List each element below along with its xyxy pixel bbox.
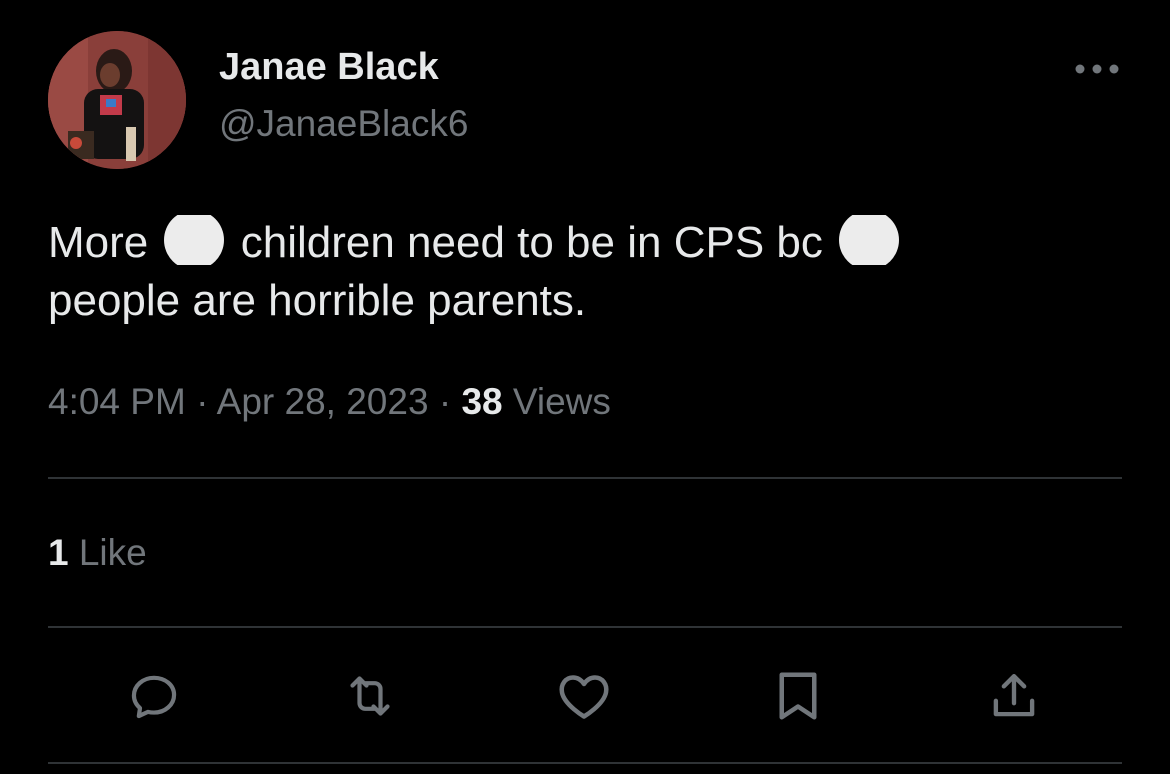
- like-button[interactable]: [552, 664, 616, 728]
- tweet-text-part: children need to be in CPS bc: [240, 218, 823, 267]
- likes-count: 1: [48, 532, 69, 573]
- tweet-text-part: people are horrible parents.: [48, 276, 587, 325]
- meta-separator: ·: [196, 381, 209, 422]
- share-button[interactable]: [982, 664, 1046, 728]
- divider: [48, 626, 1122, 628]
- reply-button[interactable]: [122, 664, 186, 728]
- retweet-icon: [350, 676, 390, 716]
- share-icon: [993, 674, 1035, 717]
- tweet-text: More children need to be in CPS bc peopl…: [48, 210, 1118, 330]
- tweet-meta: 4:04 PM · Apr 28, 2023 · 38 Views: [48, 378, 611, 426]
- tweet-date[interactable]: Apr 28, 2023: [217, 381, 429, 422]
- author-display-name[interactable]: Janae Black: [219, 44, 439, 90]
- white-circle-emoji: [839, 210, 900, 270]
- more-options-button[interactable]: [1072, 52, 1122, 86]
- more-icon: [1075, 64, 1119, 74]
- author-handle[interactable]: @JanaeBlack6: [219, 102, 468, 146]
- bookmark-button[interactable]: [766, 664, 830, 728]
- views-count: 38: [461, 381, 503, 422]
- reply-icon: [131, 675, 177, 719]
- divider: [48, 477, 1122, 479]
- tweet-text-part: More: [48, 218, 149, 267]
- white-circle-emoji: [164, 210, 225, 270]
- views-label: Views: [512, 381, 611, 422]
- profile-photo: [48, 31, 186, 169]
- avatar[interactable]: [48, 31, 186, 169]
- likes-label: Like: [78, 532, 147, 573]
- divider: [48, 762, 1122, 764]
- meta-separator: ·: [438, 381, 452, 422]
- bookmark-icon: [779, 672, 817, 720]
- like-icon: [559, 675, 609, 719]
- retweet-button[interactable]: [338, 664, 402, 728]
- tweet-time[interactable]: 4:04 PM: [48, 381, 186, 422]
- likes-stat[interactable]: 1 Like: [48, 530, 147, 576]
